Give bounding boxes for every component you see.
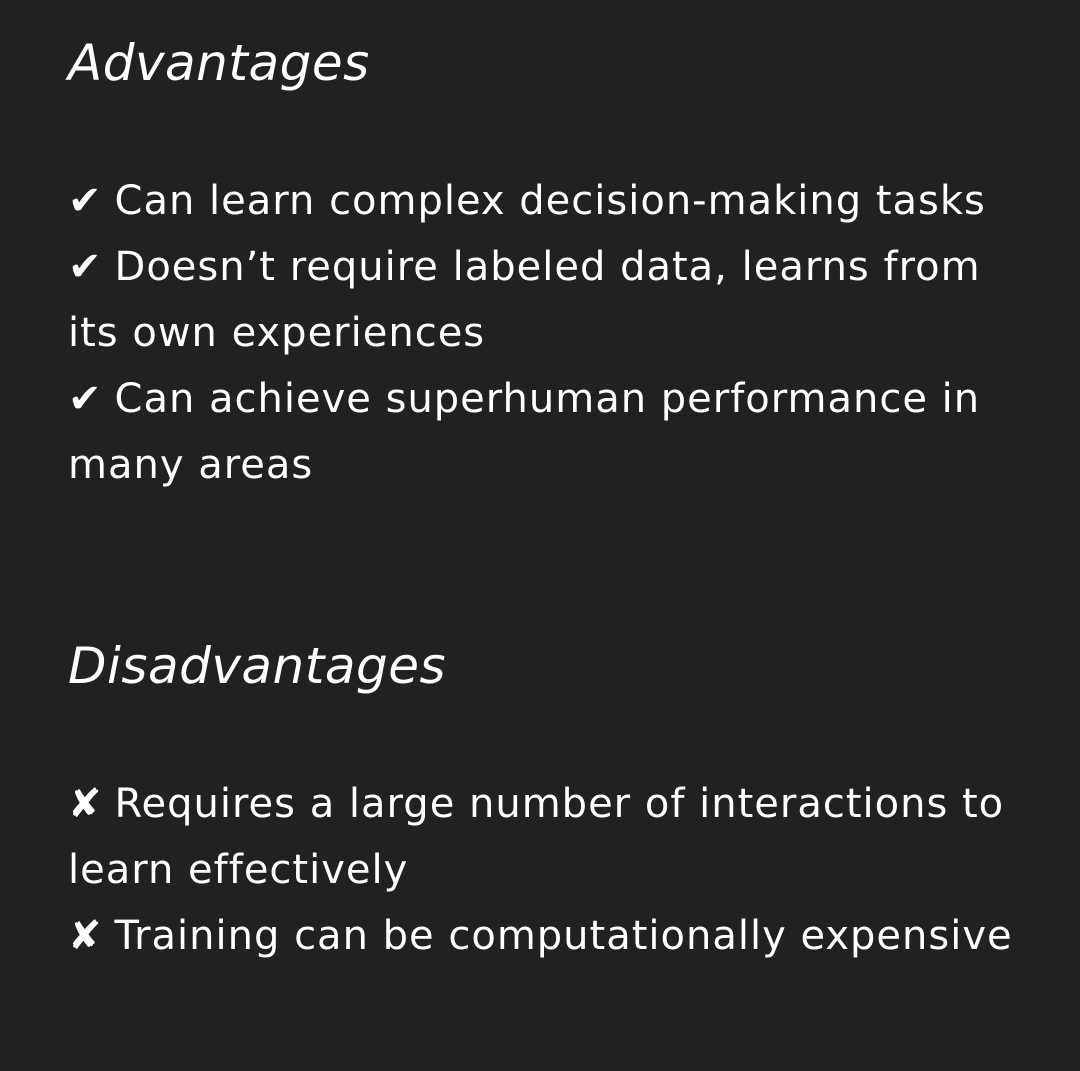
list-item-text: Can learn complex decision-making tasks [114,178,986,224]
list-item: ✘ Training can be computationally expensi… [68,903,1028,969]
check-icon: ✔ [68,244,103,290]
list-item: ✔ Can learn complex decision-making tasks [68,168,1028,234]
check-icon: ✔ [68,178,103,224]
list-item: ✔ Doesn’t require labeled data, learns fr… [68,234,1028,366]
list-item-text: Requires a large number of interactions … [68,781,1005,893]
advantages-list: ✔ Can learn complex decision-making tasks… [68,168,1028,498]
disadvantages-list: ✘ Requires a large number of interactions… [68,771,1028,969]
advantages-heading: Advantages [68,34,370,92]
page: Advantages ✔ Can learn complex decision-m… [0,0,1080,1071]
advantages-section: Advantages ✔ Can learn complex decision-m… [68,30,1028,498]
list-item-text: Can achieve superhuman performance in ma… [68,376,981,488]
cross-icon: ✘ [68,913,103,959]
list-item: ✔ Can achieve superhuman performance in m… [68,366,1028,498]
list-item: ✘ Requires a large number of interactions… [68,771,1028,903]
check-icon: ✔ [68,376,103,422]
list-item-text: Doesn’t require labeled data, learns fro… [68,244,981,356]
list-item-text: Training can be computationally expensiv… [114,913,1013,959]
disadvantages-section: Disadvantages ✘ Requires a large number o… [68,633,1028,969]
cross-icon: ✘ [68,781,103,827]
disadvantages-heading: Disadvantages [68,637,447,695]
